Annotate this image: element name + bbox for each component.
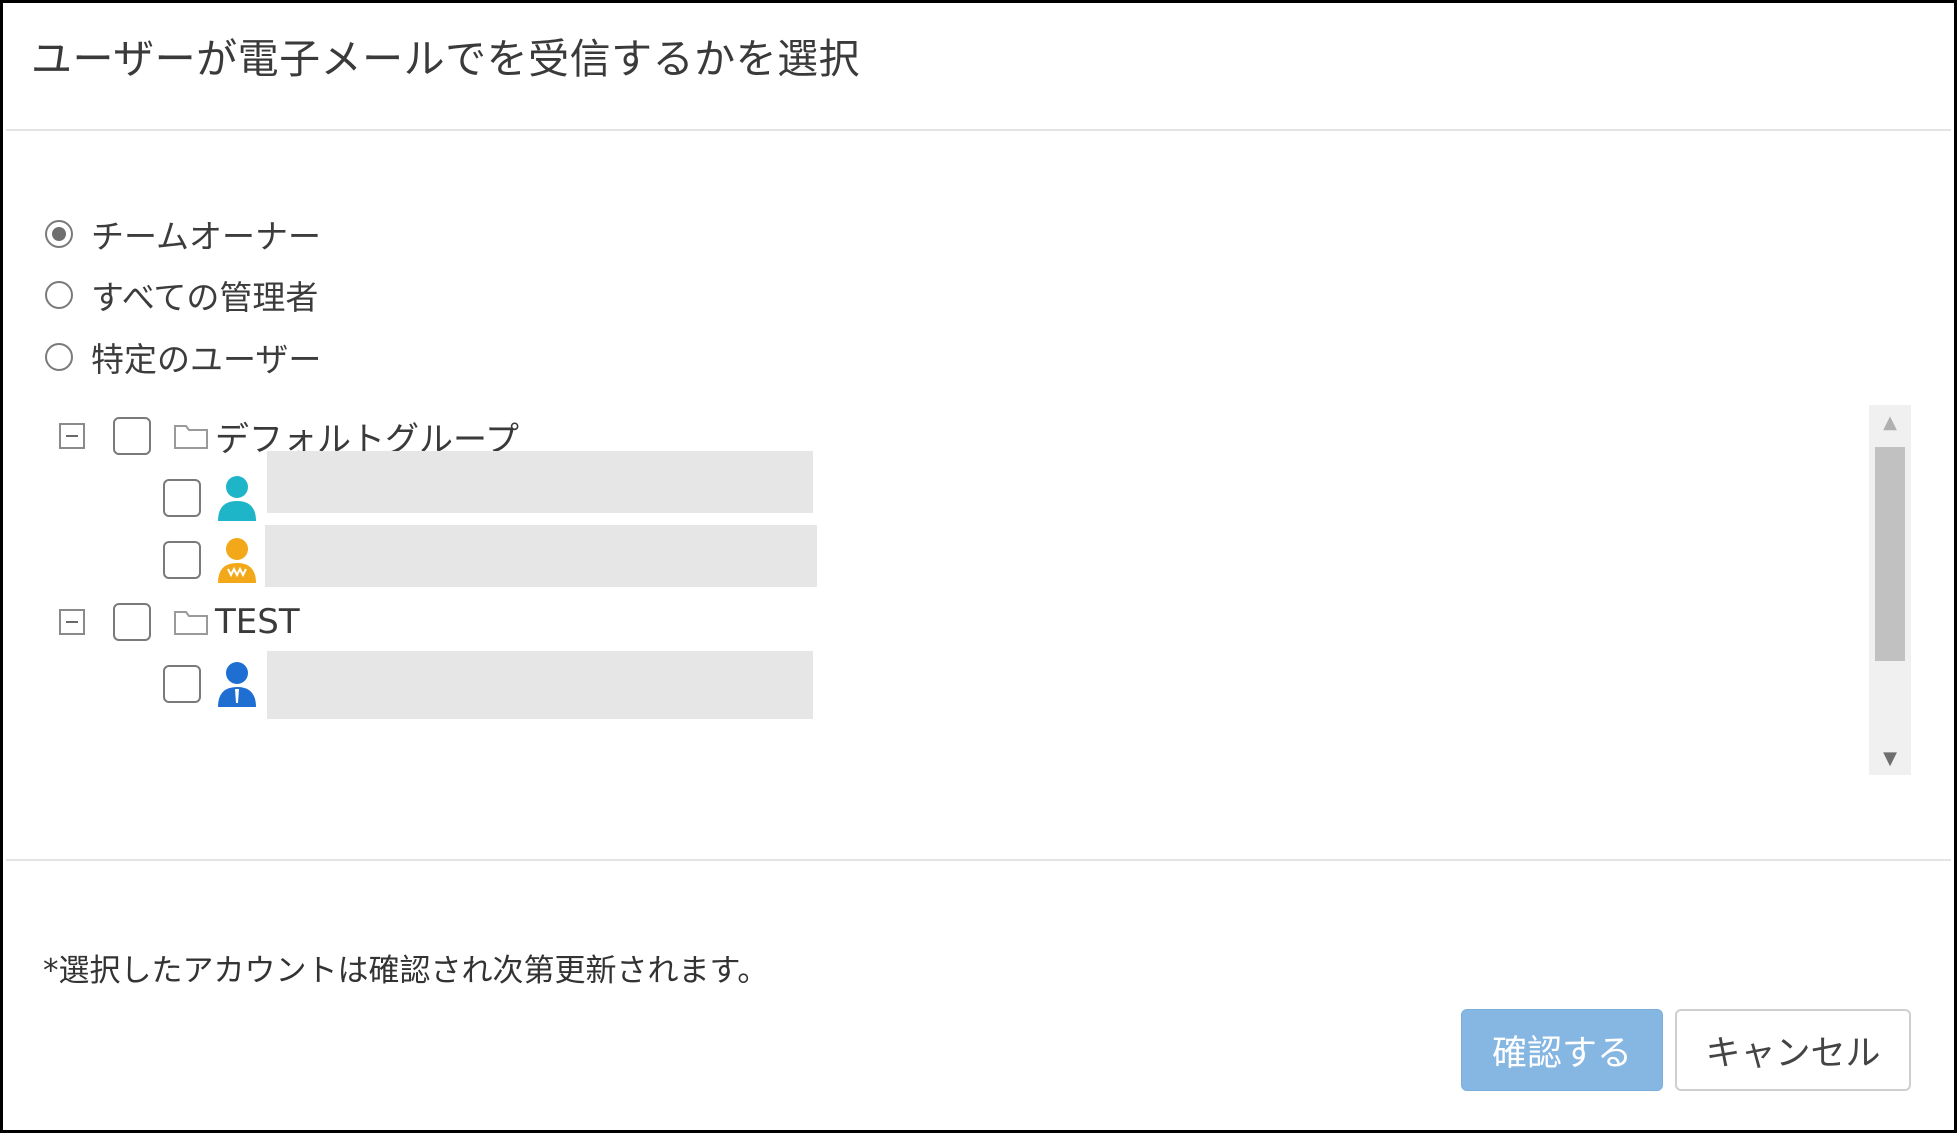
radio-label: 特定のユーザー — [91, 340, 322, 379]
radio-label: チームオーナー — [91, 217, 322, 256]
tree-user-row — [163, 535, 259, 585]
group-checkbox[interactable] — [113, 603, 151, 641]
user-blue-icon — [218, 662, 256, 707]
header-divider — [6, 129, 1951, 131]
user-tree: デフォルトグループ TEST — [43, 403, 1873, 775]
user-checkbox[interactable] — [163, 541, 201, 579]
radio-option-specific-users[interactable]: 特定のユーザー — [45, 335, 321, 379]
radio-button[interactable] — [45, 281, 73, 309]
radio-option-team-owner[interactable]: チームオーナー — [45, 212, 321, 256]
scroll-down-arrow-icon[interactable]: ▼ — [1869, 741, 1911, 775]
collapse-toggle-icon[interactable] — [59, 423, 85, 449]
radio-dot — [52, 227, 66, 241]
scroll-up-arrow-icon[interactable]: ▲ — [1869, 405, 1911, 439]
dialog-title: ユーザーが電子メールでを受信するかを選択 — [31, 35, 861, 83]
group-checkbox[interactable] — [113, 417, 151, 455]
user-checkbox[interactable] — [163, 665, 201, 703]
radio-label: すべての管理者 — [91, 278, 319, 317]
group-label[interactable]: TEST — [215, 602, 300, 642]
cancel-button[interactable]: キャンセル — [1675, 1009, 1911, 1091]
update-note: *選択したアカウントは確認され次第更新されます。 — [43, 953, 769, 989]
user-cyan-icon — [218, 476, 256, 521]
folder-icon — [174, 611, 208, 635]
radio-option-all-admins[interactable]: すべての管理者 — [45, 273, 318, 317]
confirm-button[interactable]: 確認する — [1461, 1009, 1663, 1091]
radio-button[interactable] — [45, 343, 73, 371]
redacted-user-name — [267, 451, 813, 513]
tree-scrollbar[interactable]: ▲ ▼ — [1869, 405, 1911, 775]
dialog: ユーザーが電子メールでを受信するかを選択 チームオーナー すべての管理者 特定の… — [0, 0, 1957, 1133]
tree-group-test: TEST — [59, 597, 300, 647]
tree-user-row — [163, 659, 259, 709]
redacted-user-name — [267, 651, 813, 719]
user-orange-icon — [218, 538, 256, 583]
folder-icon — [174, 425, 208, 449]
user-checkbox[interactable] — [163, 479, 201, 517]
scroll-thumb[interactable] — [1875, 447, 1905, 661]
radio-button-selected[interactable] — [45, 220, 73, 248]
footer-divider — [6, 859, 1951, 861]
redacted-user-name — [265, 525, 817, 587]
collapse-toggle-icon[interactable] — [59, 609, 85, 635]
tree-user-row — [163, 473, 259, 523]
